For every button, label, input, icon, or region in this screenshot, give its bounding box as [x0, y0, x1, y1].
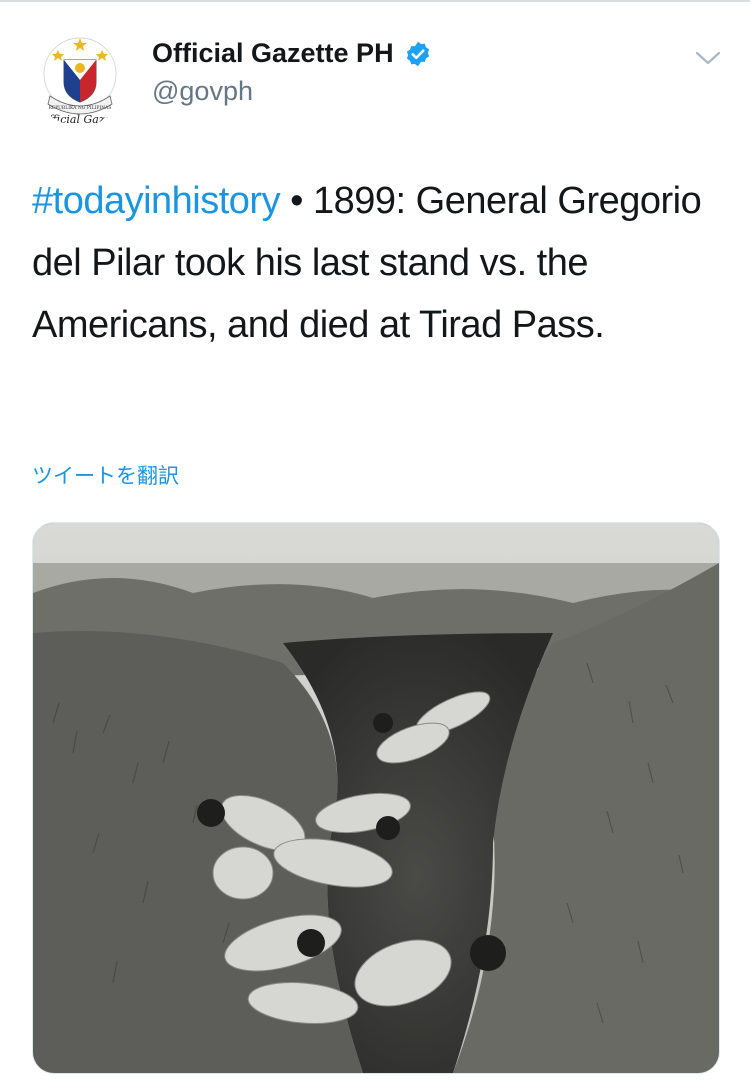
- avatar[interactable]: REPUBLIKA NG PILIPINAS fficial Gaze: [32, 30, 128, 126]
- avatar-caption: fficial Gaze: [48, 113, 112, 126]
- verified-badge-icon: [404, 40, 432, 68]
- hashtag-link[interactable]: #todayinhistory: [32, 180, 281, 222]
- philippine-seal-icon: REPUBLIKA NG PILIPINAS fficial Gaze: [43, 37, 117, 126]
- tweet-header: REPUBLIKA NG PILIPINAS fficial Gaze Offi…: [0, 0, 750, 140]
- display-name-text: Official Gazette PH: [152, 38, 394, 68]
- tweet-photo[interactable]: [32, 522, 720, 1074]
- chevron-down-icon[interactable]: [693, 46, 723, 70]
- display-name[interactable]: Official Gazette PH: [152, 38, 432, 69]
- translate-tweet-link[interactable]: ツイートを翻訳: [32, 460, 179, 490]
- avatar-seal-text: REPUBLIKA NG PILIPINAS: [49, 105, 112, 111]
- historical-photo-image: [33, 523, 719, 1073]
- account-handle[interactable]: @govph: [152, 76, 253, 107]
- tweet-text: #todayinhistory • 1899: General Gregorio…: [32, 170, 712, 356]
